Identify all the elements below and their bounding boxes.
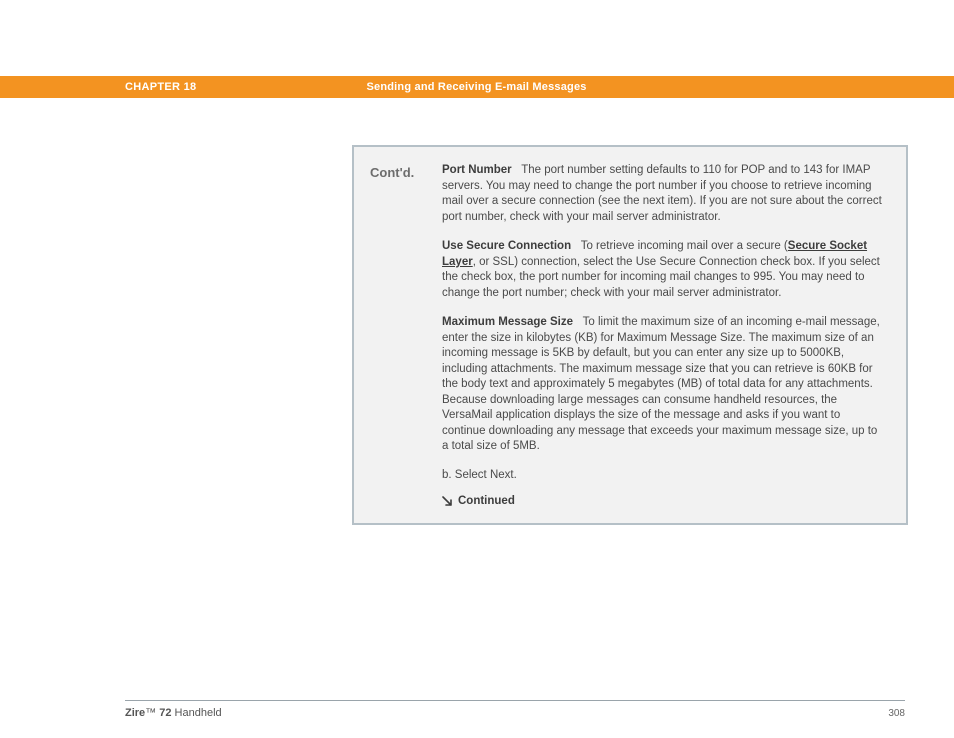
entry-body-post: , or SSL) connection, select the Use Sec… (442, 256, 880, 299)
page-footer: Zire™ 72 Handheld 308 (125, 707, 905, 719)
footer-page-number: 308 (888, 708, 905, 719)
footer-brand: Zire (125, 707, 145, 719)
continued-label: Cont'd. (370, 165, 414, 180)
step-b: b. Select Next. (442, 469, 886, 481)
entries-container: Port Number The port number setting defa… (442, 163, 886, 507)
entry-body: To limit the maximum size of an incoming… (442, 316, 880, 452)
entry-title: Port Number (442, 164, 512, 176)
chapter-title: Sending and Receiving E-mail Messages (366, 81, 586, 93)
chapter-header-bar: CHAPTER 18 Sending and Receiving E-mail … (0, 76, 954, 98)
instruction-box: Cont'd. Port Number The port number sett… (352, 145, 908, 525)
continued-text: Continued (458, 495, 515, 507)
entry-port-number: Port Number The port number setting defa… (442, 163, 886, 225)
footer-suffix: Handheld (171, 707, 221, 719)
entry-title: Maximum Message Size (442, 316, 573, 328)
footer-product: Zire™ 72 Handheld (125, 707, 222, 719)
entry-max-message-size: Maximum Message Size To limit the maximu… (442, 315, 886, 455)
chapter-header-inner: CHAPTER 18 Sending and Receiving E-mail … (125, 81, 905, 93)
continued-arrow-icon (442, 496, 452, 506)
continued-row: Continued (442, 495, 886, 507)
entry-body-pre: To retrieve incoming mail over a secure … (581, 240, 788, 252)
footer-model: 72 (156, 707, 171, 719)
chapter-number-label: CHAPTER 18 (125, 81, 196, 93)
footer-rule (125, 700, 905, 701)
footer-tm: ™ (145, 707, 156, 719)
entry-secure-connection: Use Secure Connection To retrieve incomi… (442, 239, 886, 301)
entry-title: Use Secure Connection (442, 240, 571, 252)
